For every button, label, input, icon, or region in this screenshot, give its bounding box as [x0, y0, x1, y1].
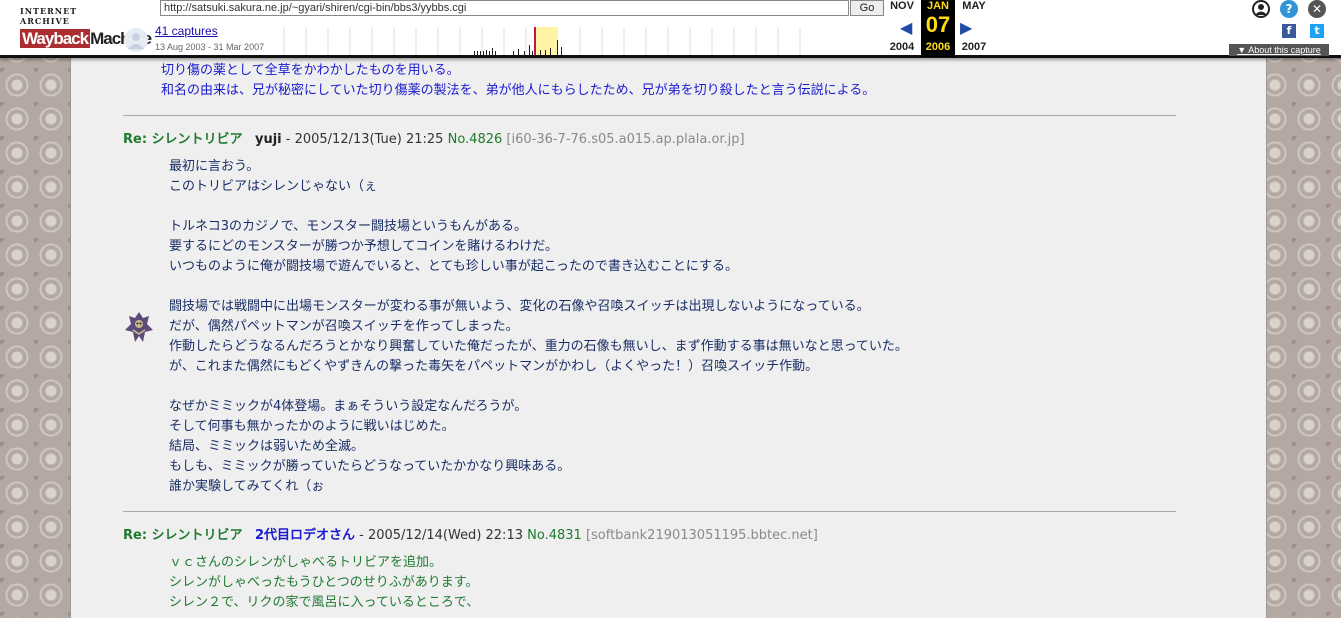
current-year-label: 2006	[925, 41, 951, 53]
about-capture-button[interactable]: ▼ About this capture	[1229, 44, 1329, 56]
post-line: 最初に言おう。	[169, 159, 260, 174]
logo-top-text: INTERNET ARCHIVE	[20, 6, 78, 26]
post-line: なぜかミミックが4体登場。まぁそういう設定なんだろうが。	[169, 399, 528, 414]
post-author: yuji	[254, 132, 282, 147]
user-icon[interactable]	[1252, 0, 1270, 18]
post-line: 誰か実験してみてくれ（ぉ	[169, 479, 325, 494]
post-line: だが、偶然パペットマンが召喚スイッチを作ってしまった。	[169, 319, 519, 334]
captures-icon	[124, 28, 148, 52]
go-button[interactable]: Go	[850, 0, 884, 16]
post-line: シレンがしゃべったもうひとつのせりふがあります。	[169, 575, 479, 590]
next-month-label[interactable]: MAY	[957, 0, 991, 12]
post-host: [i60-36-7-76.s05.a015.ap.plala.or.jp]	[506, 132, 745, 147]
post-line: シレン２で、リクの家で風呂に入っているところで、	[169, 595, 480, 610]
url-input[interactable]: http://satsuki.sakura.ne.jp/~gyari/shire…	[160, 0, 849, 16]
post-line: 闘技場では戦闘中に出場モンスターが変わる事が無いよう、変化の石像や召喚スイッチは…	[169, 299, 870, 314]
wayback-toolbar: INTERNET ARCHIVE Wayback Machine http://s…	[0, 0, 1341, 58]
prev-year-label[interactable]: 2004	[885, 41, 919, 53]
facebook-icon[interactable]: f	[1282, 24, 1296, 38]
divider	[123, 511, 1176, 512]
avatar-monster-icon	[125, 312, 153, 342]
post-line: もしも、ミミックが勝っていたらどうなっていたかかなり興味ある。	[169, 459, 571, 474]
help-icon[interactable]: ?	[1280, 0, 1298, 18]
top-line-2: 和名の由来は、兄が秘密にしていた切り傷薬の製法を、弟が他人にもらしたため、兄が弟…	[161, 83, 876, 98]
close-icon[interactable]: ✕	[1308, 0, 1326, 18]
current-day-label: 07	[925, 12, 951, 37]
post-line: が、これまた偶然にもどくやずきんの撃った毒矢をパペットマンがかわし（よくやった！…	[169, 359, 819, 374]
post-line: そして何事も無かったかのように戦いはじめた。	[169, 419, 455, 434]
post-line: 作動したらどうなるんだろうとかなり興奮していた俺だったが、重力の石像も無いし、ま…	[169, 339, 908, 354]
post-line: 要するにどのモンスターが勝つか予想してコインを賭けるわけだ。	[169, 239, 558, 254]
post-header: Re: シレントリビア 2代目ロデオさん - 2005/12/14(Wed) 2…	[123, 524, 818, 543]
capture-sparkline[interactable]	[282, 27, 882, 55]
about-capture-label: About this capture	[1248, 45, 1321, 55]
twitter-icon[interactable]: t	[1310, 24, 1324, 38]
top-line-1: 切り傷の薬として全草をかわかしたものを用いる。	[161, 63, 460, 78]
prev-capture-arrow-icon[interactable]: ◀	[900, 18, 912, 37]
current-month-label: JAN	[926, 0, 949, 12]
post-line: いつものように俺が闘技場で遊んでいると、とても珍しい事が起こったので書き込むこと…	[169, 259, 739, 274]
post-number: No.4831	[527, 528, 582, 543]
wayback-logo[interactable]: INTERNET ARCHIVE Wayback Machine	[20, 6, 152, 48]
post-line: ｖｃさんのシレンがしゃべるトリビアを追加。	[169, 555, 443, 570]
captures-range: 13 Aug 2003 - 31 Mar 2007	[155, 42, 265, 52]
post-number: No.4826	[447, 132, 503, 147]
next-year-label[interactable]: 2007	[957, 41, 991, 53]
post-subject: Re: シレントリビア	[123, 528, 243, 543]
divider	[123, 115, 1176, 116]
captures-link[interactable]: 41 captures	[155, 24, 218, 38]
post-header: Re: シレントリビア yuji - 2005/12/13(Tue) 21:25…	[123, 128, 745, 147]
post-line: 結局、ミミックは弱いため全滅。	[169, 439, 365, 454]
post-date: - 2005/12/14(Wed) 22:13	[355, 528, 528, 543]
post-author-link[interactable]: 2代目ロデオさん	[255, 528, 355, 543]
post-line: このトリビアはシレンじゃない（ぇ	[169, 179, 378, 194]
post-host: [softbank219013051195.bbtec.net]	[585, 528, 818, 543]
next-capture-arrow-icon[interactable]: ▶	[960, 18, 972, 37]
logo-wordmark: Wayback Machine	[20, 28, 152, 50]
post-subject: Re: シレントリビア	[123, 132, 243, 147]
logo-word-wayback: Wayback	[20, 29, 91, 48]
post-line: トルネコ3のカジノで、モンスター闘技場というもんがある。	[169, 219, 527, 234]
board-page: 切り傷の薬として全草をかわかしたものを用いる。 和名の由来は、兄が秘密にしていた…	[70, 0, 1267, 618]
prev-month-label[interactable]: NOV	[885, 0, 919, 12]
post-date: - 2005/12/13(Tue) 21:25	[281, 132, 448, 147]
